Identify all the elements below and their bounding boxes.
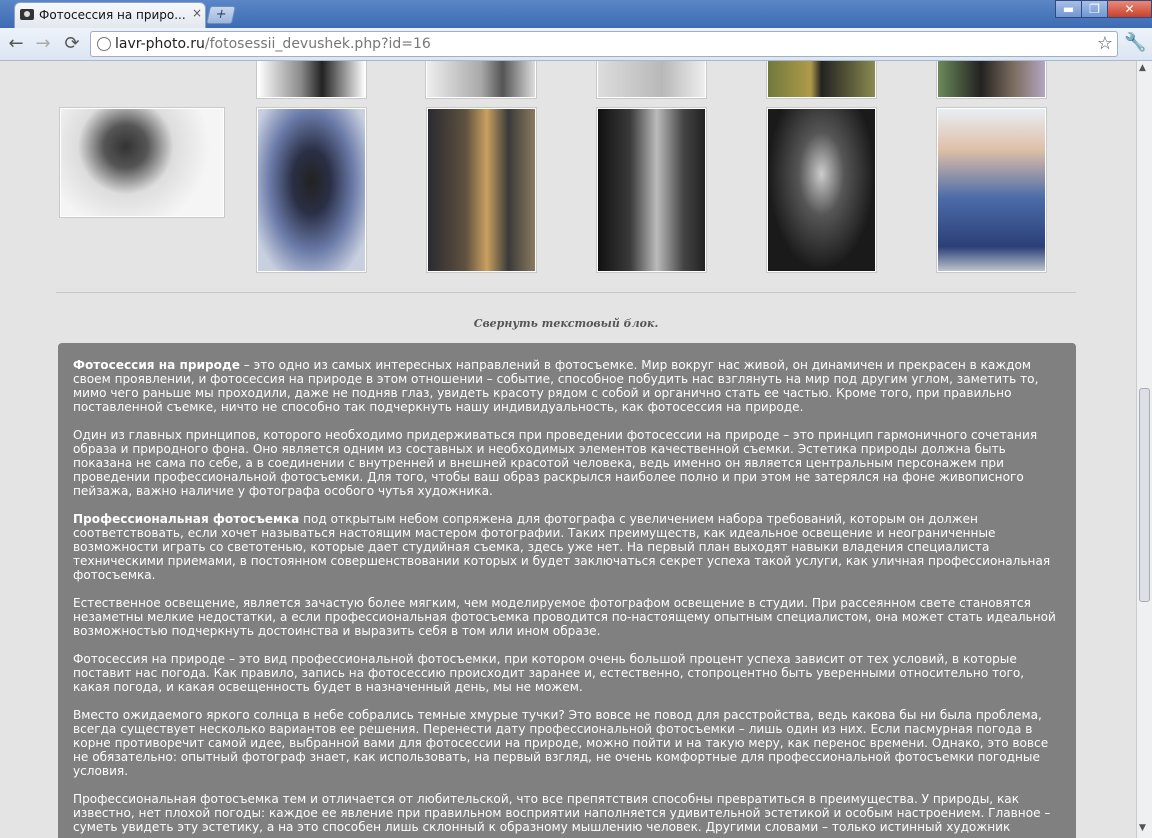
browser-tab[interactable]: Фотосессия на приро... × xyxy=(14,2,206,28)
window-titlebar: Фотосессия на приро... × + ▬ ❐ ✕ xyxy=(0,0,1152,28)
page-viewport: Свернуть текстовый блок. Фотосессия на п… xyxy=(0,61,1136,838)
paragraph: Вместо ожидаемого яркого солнца в небе с… xyxy=(73,708,1049,778)
gallery-thumbnail[interactable] xyxy=(766,107,877,273)
paragraph: Профессиональная фотосъемка под открытым… xyxy=(73,512,1062,582)
gallery-thumbnail[interactable] xyxy=(256,107,367,273)
tab-title: Фотосессия на приро... xyxy=(39,8,186,22)
minimize-button[interactable]: ▬ xyxy=(1055,0,1082,18)
wrench-menu-icon[interactable]: 🔧 xyxy=(1124,32,1146,53)
address-bar[interactable]: lavr-photo.ru/fotosessii_devushek.php?id… xyxy=(90,31,1118,57)
gallery-thumbnail[interactable] xyxy=(59,107,225,218)
gallery-thumbnail[interactable] xyxy=(256,61,367,99)
bold-term: Фотосессия на природе xyxy=(73,358,240,372)
maximize-button[interactable]: ❐ xyxy=(1081,0,1108,18)
photo-image xyxy=(427,61,535,97)
gallery-thumbnail[interactable] xyxy=(936,107,1047,273)
paragraph: Один из главных принципов, которого необ… xyxy=(73,428,1038,498)
new-tab-button[interactable]: + xyxy=(206,6,236,24)
photo-image xyxy=(938,109,1045,271)
back-button[interactable]: ← xyxy=(5,33,27,55)
paragraph: Фотосессия на природе – это вид професси… xyxy=(73,652,1025,694)
vertical-scrollbar[interactable]: ▲ ▼ xyxy=(1136,61,1152,838)
url-path: /fotosessii_devushek.php?id=16 xyxy=(204,36,431,52)
divider xyxy=(56,292,1076,293)
gallery-thumbnail[interactable] xyxy=(425,61,537,99)
bold-term: Профессиональная фотосъемка xyxy=(73,512,300,526)
gallery-thumbnail[interactable] xyxy=(936,61,1047,99)
tab-close-icon[interactable]: × xyxy=(192,6,202,20)
collapse-text-link[interactable]: Свернуть текстовый блок. xyxy=(0,317,1132,330)
photo-image xyxy=(428,109,535,271)
camera-favicon-icon xyxy=(20,9,34,20)
gallery-thumbnail[interactable] xyxy=(596,61,707,99)
photo-image xyxy=(598,61,705,97)
scroll-up-arrow-icon[interactable]: ▲ xyxy=(1139,63,1146,73)
photo-image xyxy=(258,109,365,271)
photo-image xyxy=(768,109,875,271)
paragraph: Фотосессия на природе – это одно из самы… xyxy=(73,358,1062,414)
photo-image xyxy=(598,109,705,271)
bookmark-star-icon[interactable]: ☆ xyxy=(1097,33,1113,54)
scrollbar-thumb[interactable] xyxy=(1139,388,1150,602)
url-host: lavr-photo.ru xyxy=(115,36,205,52)
photo-image xyxy=(938,61,1045,97)
forward-button[interactable]: → xyxy=(32,33,54,55)
paragraph: Профессиональная фотосъемка тем и отлича… xyxy=(73,792,1051,834)
photo-image xyxy=(258,61,365,97)
photo-image xyxy=(61,109,223,216)
url-text[interactable]: lavr-photo.ru/fotosessii_devushek.php?id… xyxy=(115,36,431,52)
article-text-block: Фотосессия на природе – это одно из самы… xyxy=(58,343,1076,838)
paragraph: Естественное освещение, является зачасту… xyxy=(73,596,1056,638)
photo-image xyxy=(768,61,875,97)
globe-icon xyxy=(97,37,111,51)
gallery-thumbnail[interactable] xyxy=(426,107,537,273)
scroll-down-arrow-icon[interactable]: ▼ xyxy=(1139,823,1146,833)
reload-button[interactable]: ⟳ xyxy=(61,33,83,55)
gallery-thumbnail[interactable] xyxy=(766,61,877,99)
gallery-thumbnail[interactable] xyxy=(596,107,707,273)
browser-toolbar: ← → ⟳ lavr-photo.ru/fotosessii_devushek.… xyxy=(0,28,1152,61)
close-window-button[interactable]: ✕ xyxy=(1107,0,1152,18)
